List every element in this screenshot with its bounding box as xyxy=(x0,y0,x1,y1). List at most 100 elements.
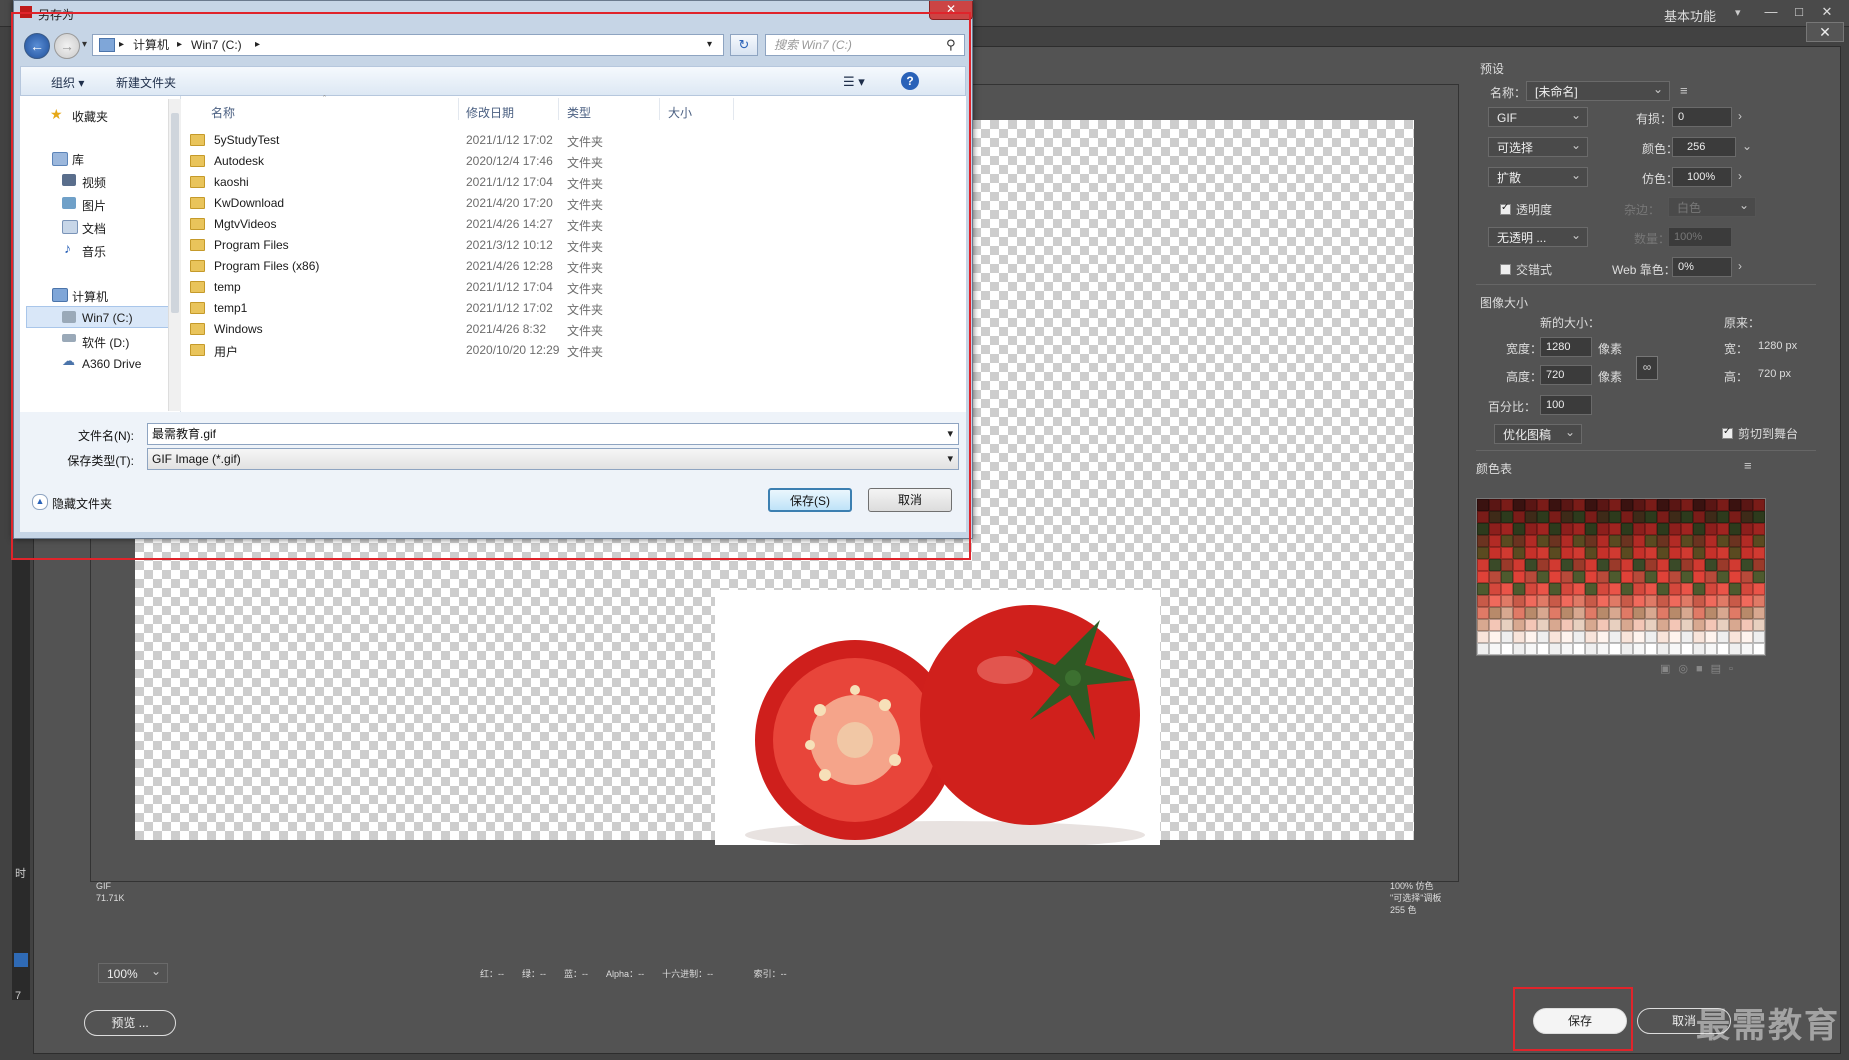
color-swatch[interactable] xyxy=(1741,559,1753,571)
color-swatch[interactable] xyxy=(1489,499,1501,511)
color-swatch[interactable] xyxy=(1621,631,1633,643)
color-swatch[interactable] xyxy=(1705,499,1717,511)
color-swatch[interactable] xyxy=(1633,499,1645,511)
color-swatch[interactable] xyxy=(1645,631,1657,643)
color-swatch[interactable] xyxy=(1609,511,1621,523)
color-swatch[interactable] xyxy=(1561,607,1573,619)
color-swatch[interactable] xyxy=(1753,523,1765,535)
color-swatch[interactable] xyxy=(1597,547,1609,559)
color-swatch[interactable] xyxy=(1729,595,1741,607)
color-swatch[interactable] xyxy=(1609,571,1621,583)
color-swatch[interactable] xyxy=(1537,511,1549,523)
color-swatch[interactable] xyxy=(1489,631,1501,643)
format-select[interactable]: GIF xyxy=(1488,105,1588,127)
color-swatch[interactable] xyxy=(1693,643,1705,655)
color-swatch[interactable] xyxy=(1501,535,1513,547)
color-swatch[interactable] xyxy=(1657,631,1669,643)
color-swatch[interactable] xyxy=(1693,595,1705,607)
color-swatch[interactable] xyxy=(1609,499,1621,511)
color-swatch[interactable] xyxy=(1561,583,1573,595)
color-swatch[interactable] xyxy=(1585,499,1597,511)
color-swatch[interactable] xyxy=(1561,511,1573,523)
color-swatch[interactable] xyxy=(1549,511,1561,523)
color-swatch[interactable] xyxy=(1585,535,1597,547)
clip-to-artboard-checkbox[interactable] xyxy=(1722,426,1733,439)
color-swatch[interactable] xyxy=(1705,595,1717,607)
color-swatch[interactable] xyxy=(1717,547,1729,559)
color-swatch[interactable] xyxy=(1585,643,1597,655)
color-swatch[interactable] xyxy=(1681,499,1693,511)
color-swatch[interactable] xyxy=(1753,499,1765,511)
color-swatch[interactable] xyxy=(1525,523,1537,535)
color-swatch[interactable] xyxy=(1681,631,1693,643)
color-swatch[interactable] xyxy=(1525,643,1537,655)
color-swatch[interactable] xyxy=(1645,547,1657,559)
color-swatch[interactable] xyxy=(1645,595,1657,607)
color-swatch[interactable] xyxy=(1597,499,1609,511)
color-swatch[interactable] xyxy=(1513,631,1525,643)
color-swatch[interactable] xyxy=(1597,595,1609,607)
color-swatch[interactable] xyxy=(1585,631,1597,643)
color-swatch[interactable] xyxy=(1561,571,1573,583)
color-swatch[interactable] xyxy=(1573,523,1585,535)
color-swatch[interactable] xyxy=(1657,547,1669,559)
color-swatch[interactable] xyxy=(1501,523,1513,535)
color-swatch[interactable] xyxy=(1585,559,1597,571)
color-swatch[interactable] xyxy=(1525,631,1537,643)
color-swatch[interactable] xyxy=(1669,535,1681,547)
color-swatch[interactable] xyxy=(1537,523,1549,535)
color-swatch[interactable] xyxy=(1537,619,1549,631)
width-input[interactable]: 1280 xyxy=(1540,337,1592,357)
color-swatch[interactable] xyxy=(1609,631,1621,643)
color-swatch[interactable] xyxy=(1633,607,1645,619)
color-swatch[interactable] xyxy=(1669,511,1681,523)
color-swatch[interactable] xyxy=(1573,643,1585,655)
color-swatch[interactable] xyxy=(1573,559,1585,571)
color-swatch[interactable] xyxy=(1633,643,1645,655)
color-swatch[interactable] xyxy=(1525,619,1537,631)
color-swatch[interactable] xyxy=(1513,607,1525,619)
color-swatch[interactable] xyxy=(1561,631,1573,643)
color-swatch[interactable] xyxy=(1633,523,1645,535)
dither-algorithm-select[interactable]: 扩散 xyxy=(1488,165,1588,187)
color-swatch[interactable] xyxy=(1585,595,1597,607)
color-swatch[interactable] xyxy=(1537,547,1549,559)
color-swatch[interactable] xyxy=(1681,607,1693,619)
color-swatch[interactable] xyxy=(1633,595,1645,607)
color-swatch[interactable] xyxy=(1573,607,1585,619)
color-swatch[interactable] xyxy=(1537,583,1549,595)
color-swatch[interactable] xyxy=(1525,607,1537,619)
color-swatch[interactable] xyxy=(1609,619,1621,631)
quality-select[interactable]: 优化图稿 xyxy=(1494,422,1582,444)
color-swatch[interactable] xyxy=(1669,631,1681,643)
color-swatch[interactable] xyxy=(1621,499,1633,511)
color-swatch[interactable] xyxy=(1525,559,1537,571)
color-swatch[interactable] xyxy=(1501,607,1513,619)
color-swatch[interactable] xyxy=(1705,523,1717,535)
color-swatch[interactable] xyxy=(1645,559,1657,571)
color-swatch[interactable] xyxy=(1669,643,1681,655)
color-swatch[interactable] xyxy=(1489,523,1501,535)
color-swatch[interactable] xyxy=(1621,523,1633,535)
percent-input[interactable]: 100 xyxy=(1540,395,1592,415)
color-swatch[interactable] xyxy=(1525,571,1537,583)
color-swatch[interactable] xyxy=(1657,583,1669,595)
color-swatch[interactable] xyxy=(1753,643,1765,655)
color-swatch[interactable] xyxy=(1669,547,1681,559)
color-swatch[interactable] xyxy=(1489,511,1501,523)
color-swatch[interactable] xyxy=(1501,547,1513,559)
color-swatch[interactable] xyxy=(1729,523,1741,535)
color-swatch[interactable] xyxy=(1717,619,1729,631)
color-swatch[interactable] xyxy=(1717,631,1729,643)
color-swatch[interactable] xyxy=(1705,571,1717,583)
color-swatch[interactable] xyxy=(1585,583,1597,595)
transparency-checkbox[interactable] xyxy=(1500,202,1511,215)
color-swatch[interactable] xyxy=(1609,607,1621,619)
color-swatch[interactable] xyxy=(1753,619,1765,631)
color-swatch[interactable] xyxy=(1561,595,1573,607)
color-swatch[interactable] xyxy=(1753,559,1765,571)
color-table-tools[interactable]: ▣◎■▤▫ xyxy=(1660,662,1741,675)
color-swatch[interactable] xyxy=(1537,607,1549,619)
color-swatch[interactable] xyxy=(1501,511,1513,523)
color-swatch[interactable] xyxy=(1561,643,1573,655)
